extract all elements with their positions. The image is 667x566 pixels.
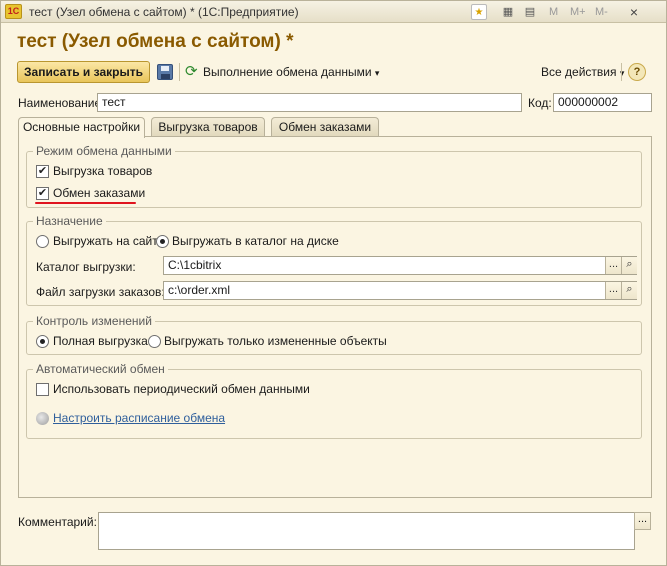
toolbar-separator	[621, 63, 622, 81]
tab-orders-exchange[interactable]: Обмен заказами	[271, 117, 379, 137]
periodic-exchange-label: Использовать периодический обмен данными	[53, 382, 310, 396]
memory-minus-button[interactable]: M-	[595, 4, 608, 20]
magnifier-icon[interactable]: ⌕	[621, 257, 637, 274]
exchange-menu-label: Выполнение обмена данными	[203, 65, 372, 79]
radio-export-to-disk[interactable]	[156, 235, 169, 248]
orders-file-input[interactable]: c:\order.xml	[163, 281, 637, 300]
form-window: 1С тест (Узел обмена с сайтом) * (1С:Пре…	[0, 0, 667, 566]
export-dir-pick-button[interactable]: ...	[605, 257, 621, 274]
all-actions-label: Все действия	[541, 65, 617, 79]
comment-label: Комментарий:	[18, 515, 97, 529]
comment-pick-button[interactable]: ...	[634, 512, 651, 530]
comment-input[interactable]	[98, 512, 635, 550]
tab-main-settings[interactable]: Основные настройки	[18, 117, 145, 138]
page-title: тест (Узел обмена с сайтом) *	[17, 31, 294, 52]
goods-export-checkbox[interactable]: ✔	[36, 165, 49, 178]
group-title: Назначение	[33, 214, 106, 228]
goods-export-label: Выгрузка товаров	[53, 164, 153, 178]
schedule-icon	[36, 412, 49, 425]
orders-file-label: Файл загрузки заказов:	[36, 285, 165, 299]
close-icon[interactable]: ×	[626, 4, 642, 20]
calculator-icon[interactable]: ▦	[500, 4, 516, 20]
radio-full-export[interactable]	[36, 335, 49, 348]
tab-goods-export[interactable]: Выгрузка товаров	[151, 117, 265, 137]
radio-export-to-disk-label: Выгружать в каталог на диске	[172, 234, 339, 248]
calendar-icon[interactable]: ▤	[522, 4, 538, 20]
schedule-link[interactable]: Настроить расписание обмена	[53, 411, 225, 425]
radio-full-export-label: Полная выгрузка	[53, 334, 148, 348]
memory-plus-button[interactable]: M+	[570, 4, 586, 20]
group-auto-exchange: Автоматический обмен Использовать период…	[26, 362, 642, 439]
orders-file-pick-button[interactable]: ...	[605, 282, 621, 299]
code-input[interactable]: 000000002	[553, 93, 652, 112]
help-icon[interactable]: ?	[628, 63, 646, 81]
chevron-down-icon: ▾	[374, 68, 380, 78]
name-input[interactable]: тест	[97, 93, 522, 112]
magnifier-icon[interactable]: ⌕	[621, 282, 637, 299]
group-change-control: Контроль изменений Полная выгрузка Выгру…	[26, 314, 642, 355]
exchange-menu-button[interactable]: Выполнение обмена данными ▾	[203, 65, 379, 79]
star-icon[interactable]: ★	[471, 4, 487, 20]
orders-exchange-checkbox[interactable]: ✔	[36, 187, 49, 200]
title-bar: 1С тест (Узел обмена с сайтом) * (1С:Пре…	[1, 1, 666, 23]
toolbar-separator	[179, 63, 180, 81]
group-exchange-mode: Режим обмена данными ✔ Выгрузка товаров …	[26, 144, 642, 208]
radio-changed-only-label: Выгружать только измененные объекты	[164, 334, 387, 348]
all-actions-button[interactable]: Все действия ▾	[541, 65, 624, 79]
orders-exchange-label: Обмен заказами	[53, 186, 146, 200]
group-destination: Назначение Выгружать на сайт Выгружать в…	[26, 214, 642, 306]
memory-m-button[interactable]: M	[549, 4, 558, 20]
group-title: Контроль изменений	[33, 314, 155, 328]
export-dir-value: C:\1cbitrix	[168, 258, 222, 272]
window-title: тест (Узел обмена с сайтом) * (1С:Предпр…	[29, 5, 299, 19]
save-disk-icon[interactable]	[157, 64, 173, 80]
radio-export-to-site-label: Выгружать на сайт	[53, 234, 158, 248]
group-title: Автоматический обмен	[33, 362, 168, 376]
highlight-underline-orders-checkbox	[35, 202, 136, 204]
orders-file-value: c:\order.xml	[168, 283, 231, 297]
app-logo: 1С	[5, 4, 22, 19]
sync-icon[interactable]: ⟳	[185, 63, 201, 81]
tab-panel-main-settings: Режим обмена данными ✔ Выгрузка товаров …	[18, 136, 652, 498]
toolbar: Записать и закрыть ⟳ Выполнение обмена д…	[17, 61, 653, 85]
code-label: Код:	[528, 96, 552, 110]
export-dir-input[interactable]: C:\1cbitrix	[163, 256, 637, 275]
group-title: Режим обмена данными	[33, 144, 175, 158]
radio-export-to-site[interactable]	[36, 235, 49, 248]
export-dir-label: Каталог выгрузки:	[36, 260, 136, 274]
save-and-close-button[interactable]: Записать и закрыть	[17, 61, 150, 83]
periodic-exchange-checkbox[interactable]	[36, 383, 49, 396]
radio-changed-only[interactable]	[148, 335, 161, 348]
name-label: Наименование:	[18, 96, 105, 110]
